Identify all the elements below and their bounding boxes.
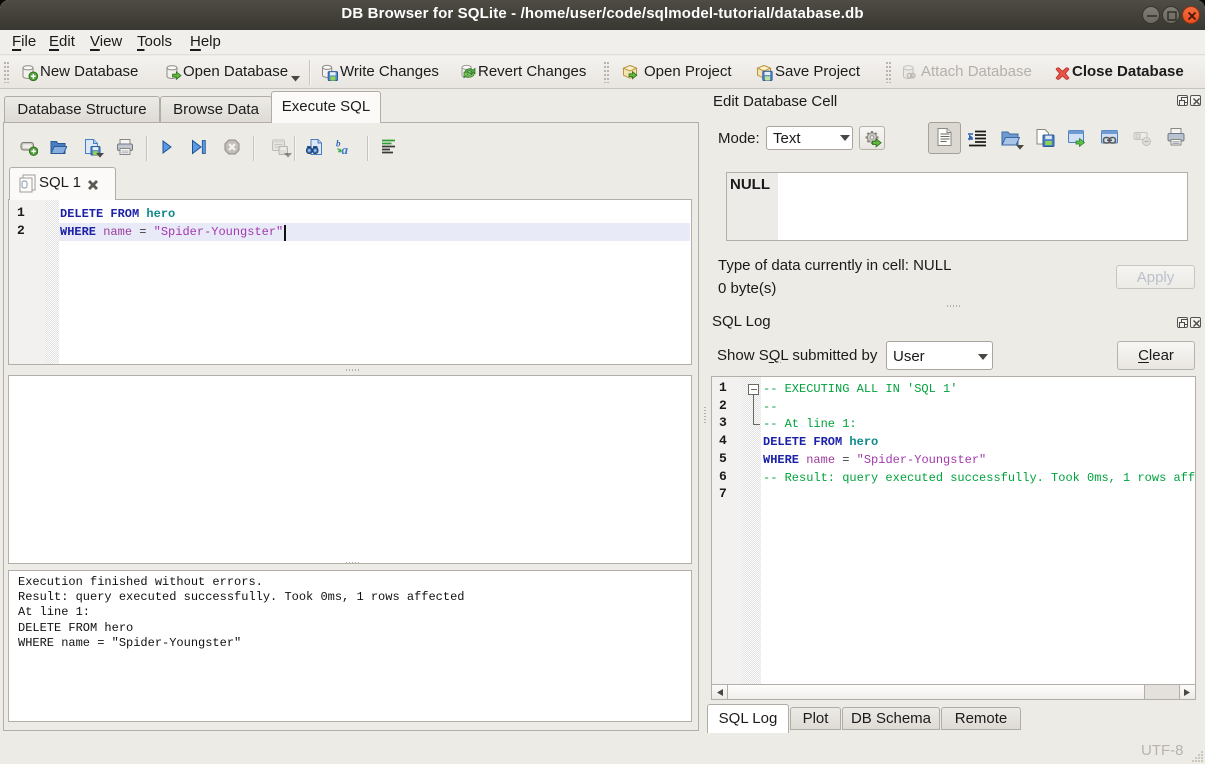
- svg-text:b: b: [336, 139, 341, 149]
- svg-text:a: a: [342, 142, 349, 156]
